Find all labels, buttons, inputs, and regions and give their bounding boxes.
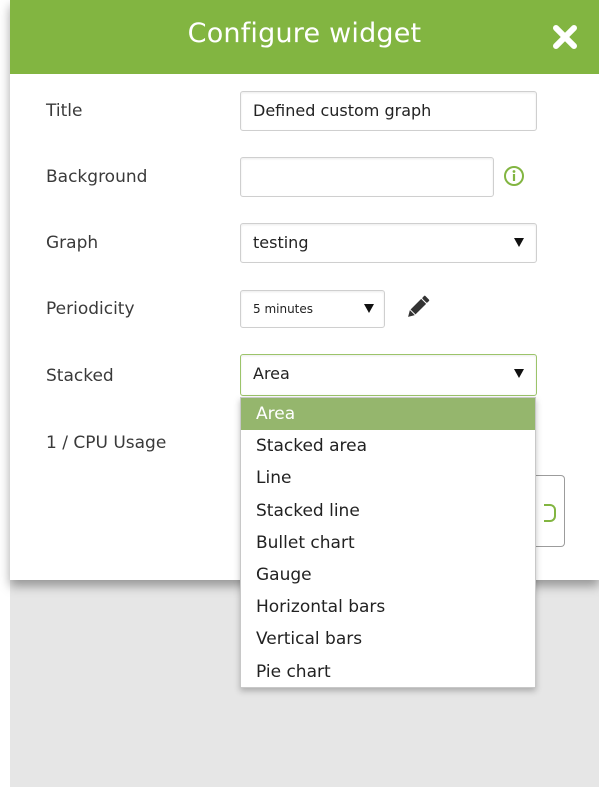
- periodicity-select[interactable]: 5 minutes: [240, 290, 385, 328]
- dialog-title: Configure widget: [187, 18, 422, 49]
- dropdown-option[interactable]: Horizontal bars: [241, 591, 535, 623]
- cpu-usage-label: 1 / CPU Usage: [46, 433, 167, 453]
- dialog-header: Configure widget: [10, 0, 599, 74]
- title-label: Title: [46, 101, 83, 121]
- title-input[interactable]: Defined custom graph: [240, 91, 537, 131]
- pencil-icon[interactable]: [402, 291, 434, 323]
- stacked-select[interactable]: Area: [240, 354, 537, 396]
- stacked-select-value: Area: [253, 364, 290, 383]
- chevron-down-icon: [514, 238, 524, 247]
- graph-select[interactable]: testing: [240, 223, 537, 263]
- dropdown-option[interactable]: Bullet chart: [241, 527, 535, 559]
- dropdown-option[interactable]: Pie chart: [241, 656, 535, 688]
- graph-select-value: testing: [253, 233, 309, 252]
- close-icon[interactable]: [550, 22, 580, 52]
- dropdown-option[interactable]: Vertical bars: [241, 623, 535, 655]
- chevron-down-icon: [364, 304, 374, 313]
- dropdown-option[interactable]: Gauge: [241, 559, 535, 591]
- graph-label: Graph: [46, 233, 99, 253]
- chevron-down-icon: [514, 369, 524, 378]
- button-glyph: [544, 504, 556, 522]
- periodicity-select-value: 5 minutes: [253, 302, 314, 316]
- stacked-label: Stacked: [46, 366, 114, 386]
- dropdown-option[interactable]: Line: [241, 462, 535, 494]
- background-input[interactable]: [240, 157, 494, 197]
- title-input-value: Defined custom graph: [253, 101, 432, 120]
- dropdown-option[interactable]: Stacked area: [241, 430, 535, 462]
- dropdown-option[interactable]: Area: [241, 398, 535, 431]
- info-circle-icon[interactable]: [503, 165, 525, 187]
- periodicity-label: Periodicity: [46, 299, 135, 319]
- dropdown-option[interactable]: Stacked line: [241, 495, 535, 527]
- background-label: Background: [46, 167, 148, 187]
- stacked-dropdown-list: Area Stacked area Line Stacked line Bull…: [240, 397, 536, 688]
